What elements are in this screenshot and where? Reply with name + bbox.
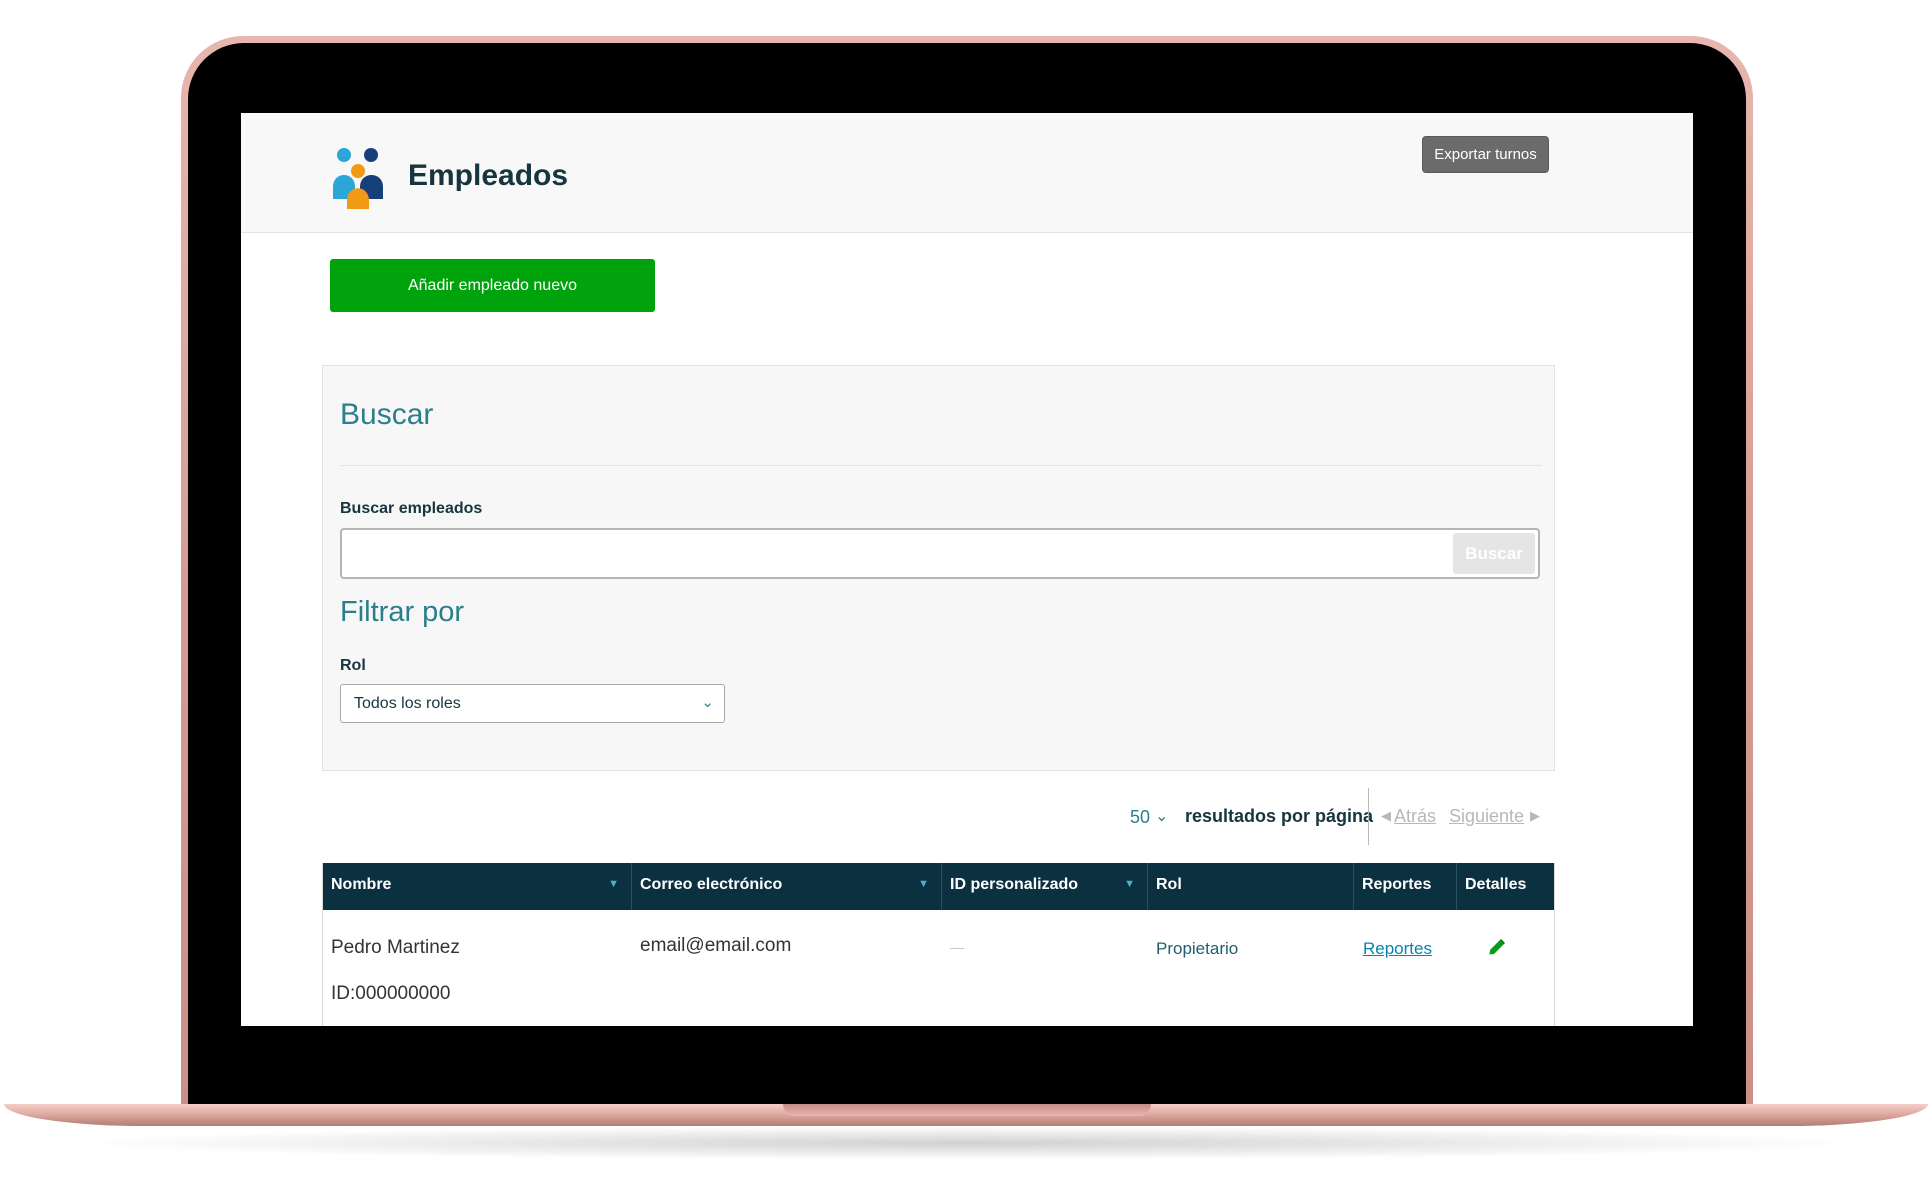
laptop-notch — [783, 1104, 1151, 1116]
search-field-label: Buscar empleados — [340, 500, 483, 517]
laptop-shadow — [60, 1126, 1872, 1160]
page-title: Empleados — [408, 159, 569, 192]
chevron-left-icon: ◀ — [1381, 808, 1391, 823]
column-header-email[interactable]: Correo electrónico ▼ — [632, 863, 942, 910]
add-employee-button[interactable]: Añadir empleado nuevo — [330, 259, 655, 312]
employees-table: Nombre ▼ Correo electrónico ▼ ID persona… — [322, 863, 1555, 1026]
column-header-role: Rol — [1148, 863, 1354, 910]
search-input[interactable] — [342, 530, 1452, 577]
role-select[interactable]: Todos los roles ⌄ — [340, 684, 725, 723]
column-header-name[interactable]: Nombre ▼ — [323, 863, 632, 910]
column-header-reports: Reportes — [1354, 863, 1457, 910]
pagination-next-link[interactable]: Siguiente — [1449, 806, 1524, 827]
per-page-select[interactable]: 50 — [1130, 807, 1150, 828]
chevron-down-icon[interactable]: ⌄ — [1155, 806, 1168, 826]
search-button[interactable]: Buscar — [1453, 533, 1535, 574]
chevron-right-icon: ▶ — [1530, 808, 1540, 823]
employee-reports-link[interactable]: Reportes — [1363, 939, 1432, 959]
column-header-custom-id[interactable]: ID personalizado ▼ — [942, 863, 1148, 910]
sort-down-icon[interactable]: ▼ — [918, 878, 929, 890]
employee-id: ID:000000000 — [331, 983, 451, 1004]
employee-role: Propietario — [1156, 939, 1239, 958]
search-box: Buscar — [340, 528, 1540, 579]
search-panel: Buscar Buscar empleados Buscar Filtrar p… — [322, 365, 1555, 771]
sort-down-icon[interactable]: ▼ — [608, 878, 619, 890]
search-divider — [340, 465, 1542, 466]
search-section-title: Buscar — [340, 398, 434, 431]
pencil-icon[interactable] — [1488, 938, 1506, 956]
pagination-prev-link[interactable]: Atrás — [1394, 806, 1436, 827]
pagination-divider — [1368, 788, 1369, 845]
employee-name: Pedro Martinez — [331, 937, 460, 958]
employee-custom-id: — — [950, 939, 964, 955]
people-group-icon — [333, 148, 383, 209]
per-page-label: resultados por página — [1185, 806, 1374, 826]
filter-section-title: Filtrar por — [340, 596, 465, 628]
header-bar: Empleados Exportar turnos — [241, 113, 1693, 233]
role-filter-label: Rol — [340, 657, 366, 674]
table-header: Nombre ▼ Correo electrónico ▼ ID persona… — [323, 863, 1554, 910]
role-select-value: Todos los roles — [354, 695, 461, 712]
export-shifts-button[interactable]: Exportar turnos — [1422, 136, 1549, 173]
column-header-details: Detalles — [1465, 876, 1527, 893]
sort-down-icon[interactable]: ▼ — [1124, 878, 1135, 890]
app-screen: Empleados Exportar turnos Añadir emplead… — [241, 113, 1693, 1026]
employee-email: email@email.com — [640, 935, 792, 956]
chevron-down-icon: ⌄ — [701, 694, 714, 711]
